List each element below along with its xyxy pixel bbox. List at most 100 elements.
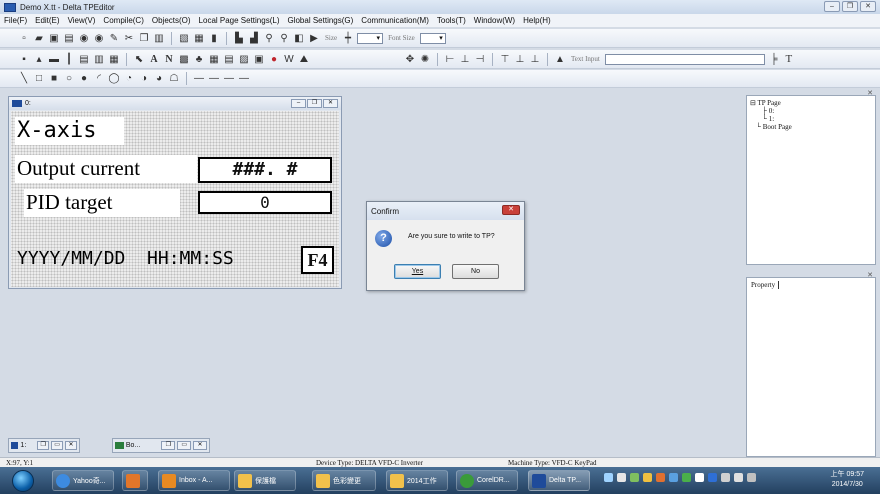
copy-icon[interactable]: ❐ [138,32,150,44]
flag-icon[interactable] [734,473,743,482]
align-icon[interactable]: ▙ [233,32,245,44]
yes-button[interactable]: Yes [394,264,441,279]
menu-tools[interactable]: Tools(T) [437,16,466,25]
pie-tool-icon[interactable]: ◔ [123,73,135,85]
output-current-value[interactable]: ###. # [198,157,332,183]
image-icon[interactable]: ▧ [178,32,190,44]
menu-compile[interactable]: Compile(C) [103,16,143,25]
table-tool-icon[interactable]: ▦ [208,53,220,65]
bar-tool-icon[interactable]: ▬ [48,53,60,65]
page-window[interactable]: 0: – ❐ ✕ X-axis Output current ###. # PI… [8,96,342,289]
text-tool-icon[interactable]: T [783,53,795,65]
select-arrow-icon[interactable]: ⬉ [133,53,145,65]
chart-tool-icon[interactable]: ▨ [238,53,250,65]
filled-circle-tool-icon[interactable]: ● [78,73,90,85]
tray-icon-6[interactable] [669,473,678,482]
align-right-icon[interactable]: ⊣ [474,53,486,65]
menu-edit[interactable]: Edit(E) [35,16,59,25]
align-middle-icon[interactable]: ⊥ [514,53,526,65]
bluetooth-icon[interactable] [708,473,717,482]
network-icon[interactable] [721,473,730,482]
open-folder-icon[interactable]: ▰ [33,32,45,44]
menu-local-page-settings[interactable]: Local Page Settings(L) [199,16,280,25]
date-tool-icon[interactable]: ▩ [178,53,190,65]
arc-tool-icon[interactable]: ◜ [93,73,105,85]
circle-tool-icon[interactable]: ○ [63,73,75,85]
taskbar-item-tpeditor[interactable]: Delta TP... [528,470,590,491]
undo-icon[interactable]: ◉ [78,32,90,44]
menu-communication[interactable]: Communication(M) [361,16,429,25]
volume-icon[interactable] [747,473,756,482]
align-2-icon[interactable]: ▟ [248,32,260,44]
cut-icon[interactable]: ✂ [123,32,135,44]
font-size-combo[interactable]: ▾ [419,32,446,44]
redo-icon[interactable]: ◉ [93,32,105,44]
minimized-window-1[interactable]: 1: ❐ ▭ ✕ [8,438,80,453]
taskbar-item-outlook[interactable]: Inbox - A... [158,470,230,491]
rectangle-tool-icon[interactable]: □ [33,73,45,85]
no-button[interactable]: No [452,264,499,279]
page-minimize-button[interactable]: – [291,99,306,108]
keypad-tool-icon[interactable]: ▣ [253,53,265,65]
scale-tool-icon[interactable]: ┃ [63,53,75,65]
size-combo[interactable]: ▾ [357,32,384,44]
close-icon[interactable]: ✕ [193,441,207,450]
menu-view[interactable]: View(V) [68,16,96,25]
upload-icon[interactable]: ▶ [308,32,320,44]
minimized-window-2[interactable]: Bo... ❐ ▭ ✕ [112,438,210,453]
menu-file[interactable]: File(F) [4,16,27,25]
text-n-icon[interactable]: N [163,53,175,65]
tray-icon-5[interactable] [656,473,665,482]
taskbar-item-coreldraw[interactable]: CorelDR... [456,470,518,491]
graph-tool-icon[interactable]: ▦ [108,53,120,65]
wave-tool-icon[interactable]: W [283,53,295,65]
download-icon[interactable]: ◧ [293,32,305,44]
lamp-tool-icon[interactable]: ▴ [33,53,45,65]
polygon-tool-icon[interactable]: ☖ [168,73,180,85]
zoom-in-icon[interactable]: ⚲ [263,32,275,44]
confirm-dialog[interactable]: Confirm ✕ ? Are you sure to write to TP?… [366,201,525,291]
taskbar-item-folder-3[interactable]: 2014工作 [386,470,448,491]
restore-icon[interactable]: ❐ [37,441,50,450]
tray-icon-1[interactable] [604,473,613,482]
minimize-button[interactable]: – [824,1,840,12]
close-icon[interactable]: ✕ [65,441,77,450]
page-close-button[interactable]: ✕ [323,99,338,108]
save-icon[interactable]: ▣ [48,32,60,44]
tray-icon-3[interactable] [630,473,639,482]
menu-help[interactable]: Help(H) [523,16,551,25]
menu-window[interactable]: Window(W) [474,16,515,25]
size-slider[interactable]: ┿ [342,32,354,44]
output-current-label[interactable]: Output current [15,155,197,183]
numeric-tool-icon[interactable]: ▥ [93,53,105,65]
tray-icon-7[interactable] [682,473,691,482]
page-maximize-button[interactable]: ❐ [307,99,322,108]
tree-boot-page[interactable]: └ Boot Page [750,123,872,131]
button-tool-icon[interactable]: ▪ [18,53,30,65]
property-close-icon[interactable]: ✕ [867,271,873,279]
menu-global-settings[interactable]: Global Settings(G) [287,16,353,25]
line-tool-icon[interactable]: ╲ [18,73,30,85]
pid-target-value[interactable]: 0 [198,191,332,214]
taskbar-item-yahoo[interactable]: Yahoo奇... [52,470,114,491]
align-left-icon[interactable]: ⊢ [444,53,456,65]
taskbar-item-folder-1[interactable]: 保護檔 [234,470,296,491]
tray-icon-8[interactable] [695,473,704,482]
lcd-canvas[interactable]: X-axis Output current ###. # PID target … [11,111,339,287]
zoom-out-icon[interactable]: ⚲ [278,32,290,44]
line-style-3-icon[interactable]: — [223,73,235,85]
meter-tool-icon[interactable]: ▤ [78,53,90,65]
line-style-4-icon[interactable]: — [238,73,250,85]
print-icon[interactable]: ▤ [63,32,75,44]
brush-icon[interactable]: ✎ [108,32,120,44]
page-tree[interactable]: ✕ ⊟ TP Page ├ 0: └ 1: └ Boot Page [746,89,876,265]
property-tab[interactable]: Property [751,281,780,289]
xaxis-label[interactable]: X-axis [15,117,124,145]
restore-icon[interactable]: ❐ [161,441,176,450]
taskbar-item-media[interactable] [122,470,148,491]
text-input-field[interactable] [604,53,765,65]
recipe-tool-icon[interactable]: ▤ [223,53,235,65]
alarm-tool-icon[interactable]: ♣ [193,53,205,65]
pie-3-tool-icon[interactable]: ◕ [153,73,165,85]
tray-icon-4[interactable] [643,473,652,482]
